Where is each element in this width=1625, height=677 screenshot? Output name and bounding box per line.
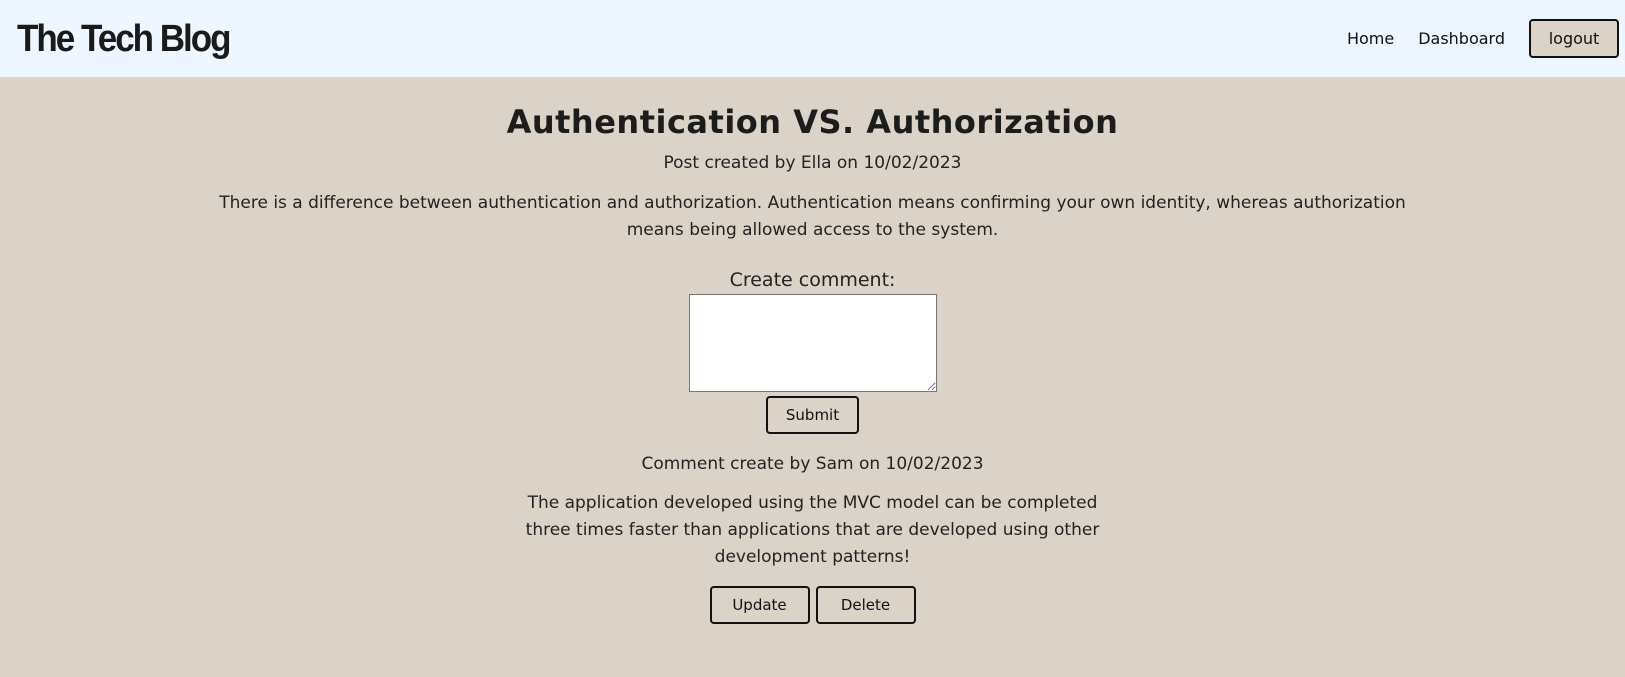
logout-button[interactable]: logout bbox=[1529, 19, 1619, 58]
post-page: Authentication VS. Authorization Post cr… bbox=[0, 103, 1625, 624]
comment-label: Create comment: bbox=[729, 269, 896, 291]
post-body: There is a difference between authentica… bbox=[219, 193, 1406, 240]
update-button[interactable]: Update bbox=[709, 586, 810, 624]
comment-form: Create comment: Submit bbox=[0, 269, 1625, 434]
site-logo[interactable]: The Tech Blog bbox=[17, 17, 232, 60]
delete-button[interactable]: Delete bbox=[815, 586, 916, 624]
comment-actions: Update Delete bbox=[0, 586, 1625, 624]
comment-meta: Comment create by Sam on 10/02/2023 bbox=[641, 454, 984, 474]
submit-button[interactable]: Submit bbox=[766, 396, 859, 434]
post-title: Authentication VS. Authorization bbox=[506, 103, 1119, 141]
comment-textarea[interactable] bbox=[688, 294, 937, 392]
post-meta: Post created by Ella on 10/02/2023 bbox=[663, 153, 962, 173]
comment-body: The application developed using the MVC … bbox=[525, 493, 1100, 567]
site-header: The Tech Blog Home Dashboard logout bbox=[0, 0, 1625, 77]
nav-dashboard-link[interactable]: Dashboard bbox=[1418, 29, 1505, 48]
nav-home-link[interactable]: Home bbox=[1347, 29, 1394, 48]
main-nav: Home Dashboard logout bbox=[1347, 19, 1619, 58]
